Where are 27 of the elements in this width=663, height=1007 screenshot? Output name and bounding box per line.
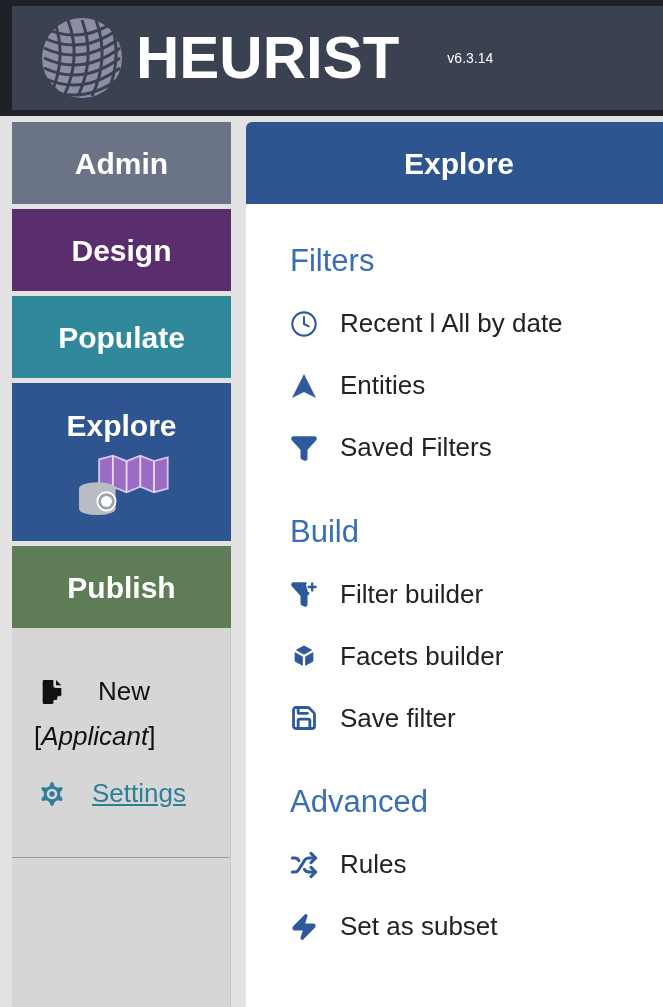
section-heading: Filters	[290, 242, 376, 280]
clock-icon	[290, 309, 318, 338]
funnel-plus-icon	[290, 580, 318, 608]
nav-tab[interactable]: Design	[12, 209, 231, 291]
menu-link[interactable]: Save filter	[340, 698, 456, 738]
menu-link[interactable]: Facets builder	[340, 636, 504, 676]
nav-tab[interactable]: Explore	[12, 383, 231, 541]
menu-link[interactable]: Filter builder	[340, 574, 484, 614]
lightning-icon	[290, 912, 318, 941]
version-label: v6.3.14	[447, 48, 494, 68]
nav-tab[interactable]: Publish	[12, 546, 231, 628]
shuffle-icon	[290, 850, 318, 879]
menu-link[interactable]: Saved Filters	[340, 428, 492, 467]
nav-tab[interactable]: Populate	[12, 296, 231, 378]
menu-link[interactable]: Rules	[340, 845, 407, 884]
nav-tab[interactable]: Admin	[12, 122, 231, 204]
menu-link[interactable]: Recent l All by date	[340, 304, 563, 343]
panel-title: Explore	[404, 145, 515, 182]
funnel-icon	[290, 433, 318, 462]
section-heading: Build	[290, 512, 360, 551]
section-heading: Advanced	[290, 783, 429, 821]
record-type-label: [Applicant]	[34, 720, 157, 753]
menu-link[interactable]: Entities	[340, 366, 426, 405]
new-record-label[interactable]: New	[98, 672, 150, 711]
app-logo-text: HEURIST	[136, 28, 400, 88]
menu-link[interactable]: Set as subset	[340, 907, 498, 946]
globe-logo-icon	[40, 16, 124, 100]
